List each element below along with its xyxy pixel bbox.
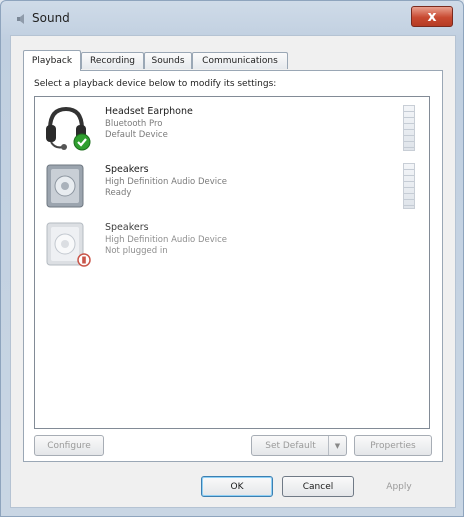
dialog-client: Playback Recording Sounds Communications… xyxy=(10,35,456,508)
device-status: Default Device xyxy=(105,130,168,140)
sound-dialog: Sound x Playback Recording Sounds Commun… xyxy=(0,0,464,517)
set-default-button[interactable]: Set Default ▼ xyxy=(251,435,347,456)
tab-communications[interactable]: Communications xyxy=(192,52,288,69)
device-list[interactable]: Headset Earphone Bluetooth Pro Default D… xyxy=(34,96,430,429)
ok-button[interactable]: OK xyxy=(201,476,273,497)
checkmark-icon xyxy=(73,133,91,151)
close-icon: x xyxy=(427,8,437,25)
window-title: Sound xyxy=(32,11,70,25)
set-default-label: Set Default xyxy=(265,440,316,451)
device-name: Headset Earphone xyxy=(105,106,193,117)
properties-button[interactable]: Properties xyxy=(354,435,432,456)
tab-playback[interactable]: Playback xyxy=(23,50,81,71)
device-name: Speakers xyxy=(105,164,149,175)
instruction-text: Select a playback device below to modify… xyxy=(34,79,277,89)
close-button[interactable]: x xyxy=(411,6,453,27)
volume-meter xyxy=(403,105,415,151)
device-description: High Definition Audio Device xyxy=(105,177,228,187)
device-description: High Definition Audio Device xyxy=(105,235,228,245)
device-status: Not plugged in xyxy=(105,246,168,256)
unplugged-icon xyxy=(77,253,91,267)
device-name: Speakers xyxy=(105,222,149,233)
speaker-icon xyxy=(46,164,84,208)
device-item[interactable]: Speakers High Definition Audio Device No… xyxy=(35,215,429,271)
volume-meter xyxy=(403,163,415,209)
device-item[interactable]: Headset Earphone Bluetooth Pro Default D… xyxy=(35,99,429,155)
tab-sounds[interactable]: Sounds xyxy=(144,52,192,69)
configure-button[interactable]: Configure xyxy=(34,435,104,456)
playback-panel: Select a playback device below to modify… xyxy=(23,70,443,462)
apply-button[interactable]: Apply xyxy=(363,476,435,497)
tab-recording[interactable]: Recording xyxy=(81,52,144,69)
chevron-down-icon[interactable]: ▼ xyxy=(328,436,346,455)
cancel-button[interactable]: Cancel xyxy=(282,476,354,497)
title-bar[interactable]: Sound x xyxy=(1,1,463,35)
device-item[interactable]: Speakers High Definition Audio Device Re… xyxy=(35,157,429,213)
device-description: Bluetooth Pro xyxy=(105,119,163,129)
speaker-icon xyxy=(17,14,24,24)
device-status: Ready xyxy=(105,188,132,198)
